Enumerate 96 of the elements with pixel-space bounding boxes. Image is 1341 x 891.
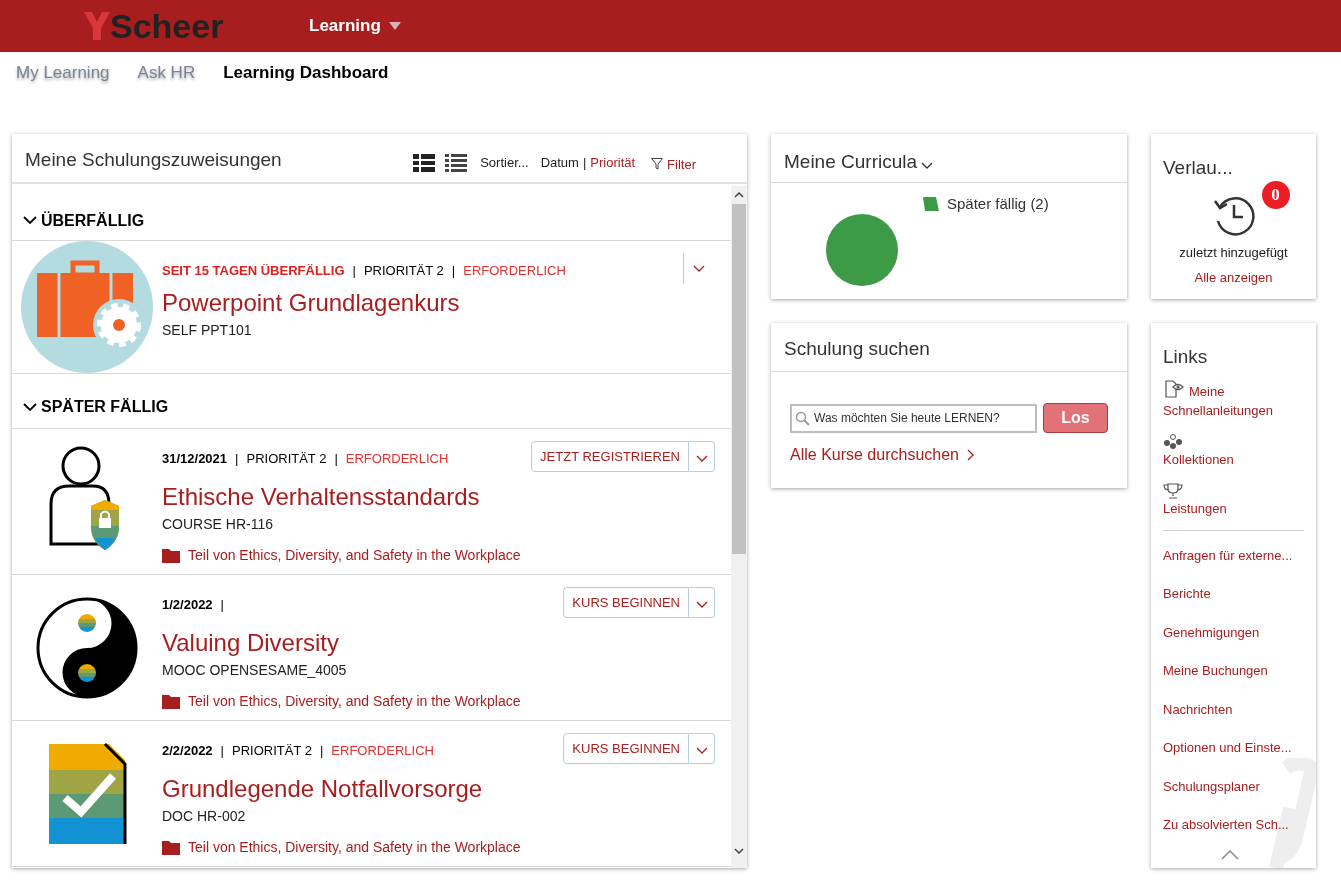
chevron-right-icon [967,449,974,461]
link-item[interactable]: Anfragen für externe... [1163,545,1304,565]
logo-mark-icon [84,12,110,40]
item-meta: PRIORITÄT 2 [232,742,312,760]
show-all-link[interactable]: Alle anzeigen [1194,268,1273,288]
document-check-icon [47,741,127,846]
sort-separator: | [582,154,587,172]
course-title[interactable]: Ethische Verhaltensstandards [162,482,715,512]
chevron-down-icon [692,264,705,273]
chevron-down-icon [921,161,934,170]
trophy-icon [1163,482,1183,499]
card-title: Verlau... [1162,156,1233,180]
action-menu-button[interactable] [689,441,715,472]
link-item[interactable]: Schulungsplaner [1163,776,1304,796]
action-menu-button[interactable] [689,587,715,618]
nav-tab[interactable]: Ask HR [137,60,196,86]
link-item[interactable]: Zu absolvierten Sch... [1163,815,1304,835]
meta-separator: | [220,742,224,760]
item-meta: 1/2/2022 [162,596,213,614]
logo-text: Scheer [110,9,224,43]
course-title[interactable]: Grundlegende Notfallvorsorge [162,774,715,804]
meta-separator: | [334,450,338,468]
learning-menu[interactable]: Learning [309,13,401,39]
folder-icon [162,694,180,709]
meta-separator: | [451,262,456,280]
card-title: Meine Schulungszuweisungen [25,147,282,172]
link-item[interactable]: Nachrichten [1163,699,1304,719]
action-button[interactable]: KURS BEGINNEN [563,587,689,618]
course-code: SELF PPT101 [162,321,253,340]
sort-option[interactable]: Priorität [590,153,636,173]
browse-courses-link[interactable]: Alle Kurse durchsuchen [771,443,1127,467]
course-code: COURSE HR-116 [162,515,274,534]
course-title[interactable]: Valuing Diversity [162,628,715,658]
card-title: Links [1163,345,1209,369]
chevron-down-icon [23,216,37,225]
chevron-down-icon [695,600,708,609]
section-header[interactable]: SPÄTER FÄLLIG [12,374,731,429]
search-field[interactable]: Was möchten Sie heute LERNEN? [790,403,1037,433]
link-item[interactable]: Berichte [1163,584,1304,604]
briefcase-gear-icon [21,241,153,373]
curricula-dropdown[interactable]: Meine Curricula [784,147,934,176]
curriculum-link[interactable]: Teil von Ethics, Diversity, and Safety in the Workplace [188,545,521,566]
scroll-up-icon[interactable] [734,192,744,198]
scrollbar[interactable] [731,186,747,868]
document-eye-icon [1163,379,1185,398]
card-title: Schulung suchen [784,336,930,361]
nav-tab[interactable]: Learning Dashboard [223,60,389,86]
item-meta: SEIT 15 TAGEN ÜBERFÄLLIG [162,262,345,280]
yin-yang-icon [36,596,138,699]
card-view-icon[interactable] [412,152,437,173]
chevron-down-icon [695,454,708,463]
action-button[interactable]: JETZT REGISTRIEREN [531,441,689,472]
link-item[interactable]: Meine Buchungen [1163,661,1304,681]
curriculum-link[interactable]: Teil von Ethics, Diversity, and Safety in the Workplace [188,691,521,712]
item-meta: ERFORDERLICH [331,742,434,760]
scroll-down-icon[interactable] [734,848,744,854]
chevron-down-icon [23,402,37,412]
history-caption: zuletzt hinzugefügt [1179,243,1288,262]
link-item[interactable]: Kollektionen [1163,433,1304,469]
folder-icon [162,548,180,563]
dots-cluster-icon [1163,433,1183,450]
item-meta: PRIORITÄT 2 [246,450,327,468]
course-code: MOOC OPENSESAME_4005 [162,661,348,680]
caret-icon [388,22,401,30]
filter-button[interactable]: Filter [651,154,696,174]
item-meta: ERFORDERLICH [463,262,566,280]
folder-icon [162,840,180,855]
course-title[interactable]: Powerpoint Grundlagenkurs [162,288,715,318]
meta-separator: | [319,742,324,760]
sort-option[interactable]: Datum [540,153,579,173]
filter-icon [651,158,664,171]
action-button[interactable]: KURS BEGINNEN [563,733,689,764]
notification-badge: 0 [1261,180,1290,209]
meta-separator: | [220,596,224,614]
course-code: DOC HR-002 [162,807,247,826]
scroll-thumb[interactable] [732,204,746,554]
legend-label: Später fällig (2) [947,194,1049,214]
item-meta: PRIORITÄT 2 [363,262,444,280]
link-item[interactable]: Genehmigungen [1163,622,1304,642]
item-meta: 31/12/2021 [162,450,228,468]
link-item[interactable]: Optionen und Einste... [1163,738,1304,758]
chevron-up-icon[interactable] [1221,850,1239,860]
nav-tab[interactable]: My Learning [16,60,110,86]
meta-separator: | [352,262,356,280]
link-item[interactable]: Meine Schnellanleitungen [1163,379,1304,420]
action-menu-button[interactable] [689,733,715,764]
chevron-down-icon [695,746,708,755]
list-view-icon[interactable] [444,152,469,173]
search-icon [795,410,810,426]
section-header[interactable]: ÜBERFÄLLIG [12,186,731,241]
curriculum-link[interactable]: Teil von Ethics, Diversity, and Safety in the Workplace [188,837,521,858]
item-meta: ERFORDERLICH [345,450,449,468]
item-meta: 2/2/2022 [162,742,213,760]
link-item[interactable]: Leistungen [1163,482,1304,518]
sort-label: Sortier... [480,154,529,172]
meta-separator: | [235,450,239,468]
